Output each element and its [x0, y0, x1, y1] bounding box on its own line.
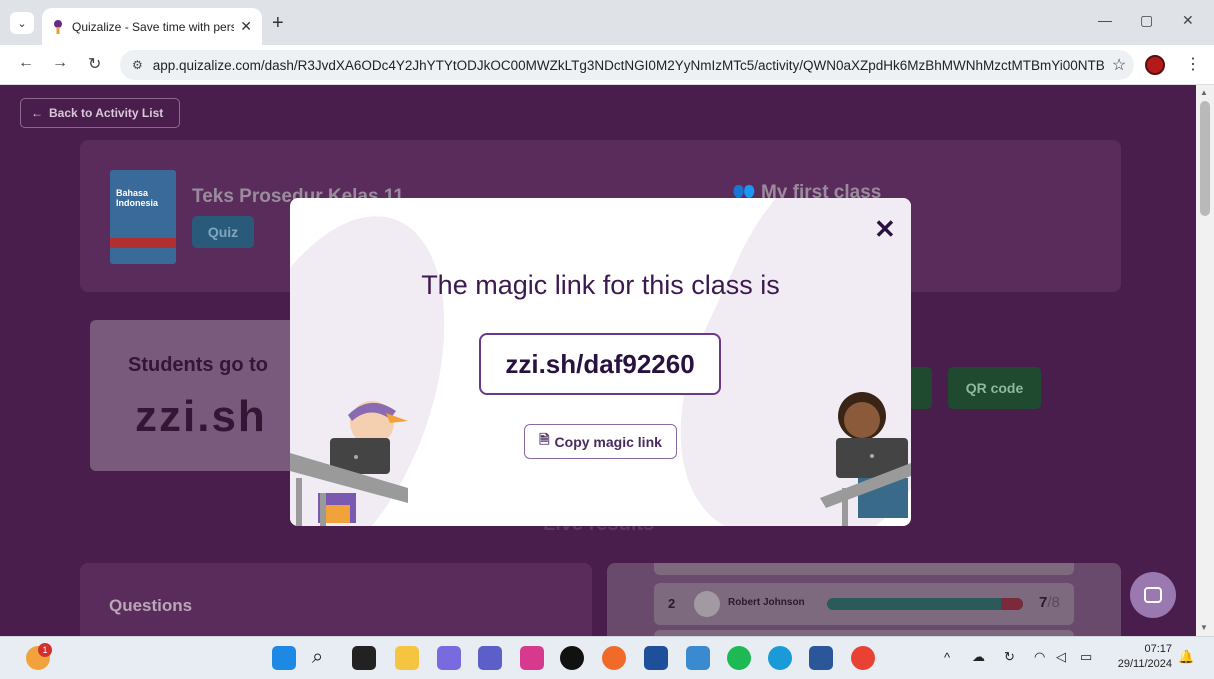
- teams-icon[interactable]: [478, 646, 502, 670]
- chat-support-button[interactable]: [1130, 572, 1176, 618]
- tab-search-button[interactable]: ⌄: [10, 12, 34, 34]
- chat-icon: [1144, 587, 1162, 603]
- questions-label: Questions: [109, 596, 193, 615]
- notifications-bell-icon[interactable]: 🔔: [1178, 649, 1194, 665]
- copy-document-icon: 🗎: [539, 431, 550, 447]
- book-stripe: [110, 238, 176, 248]
- reload-icon[interactable]: ↻: [88, 54, 101, 74]
- volume-icon[interactable]: ◁: [1056, 649, 1066, 665]
- copy-magic-link-label: Copy magic link: [554, 433, 662, 450]
- score-progress-bar: [827, 598, 1023, 610]
- tab-title: Quizalize - Save time with perso: [72, 19, 235, 34]
- tray-expand-icon[interactable]: ^: [944, 650, 950, 665]
- profile-avatar[interactable]: [1145, 55, 1165, 75]
- back-label: Back to Activity List: [49, 106, 164, 120]
- instagram-icon[interactable]: [520, 646, 544, 670]
- minimize-button[interactable]: —: [1098, 12, 1112, 28]
- quizalize-favicon-icon: [52, 19, 64, 34]
- forward-arrow-icon[interactable]: →: [52, 54, 68, 72]
- browser-tab[interactable]: Quizalize - Save time with perso ✕: [42, 8, 262, 45]
- back-to-activity-list-button[interactable]: ← Back to Activity List: [20, 98, 180, 128]
- student-rank: 2: [668, 596, 676, 611]
- wifi-icon[interactable]: ◠: [1034, 649, 1045, 665]
- tab-close-icon[interactable]: ✕: [240, 18, 252, 35]
- site-settings-icon[interactable]: ⚙: [132, 58, 143, 72]
- live-results-panel: 2 Robert Johnson 7/8: [607, 563, 1121, 636]
- page-scrollbar[interactable]: ▲ ▼: [1196, 85, 1214, 636]
- chevron-down-icon: ⌄: [17, 17, 27, 30]
- restore-button[interactable]: ▢: [1140, 12, 1153, 29]
- book-cover-image: Bahasa Indonesia: [110, 170, 176, 264]
- student-avatar: [694, 591, 720, 617]
- clock-date[interactable]: 29/11/2024: [1104, 658, 1172, 670]
- quiz-badge: Quiz: [192, 216, 254, 248]
- sync-icon[interactable]: ↻: [1004, 649, 1015, 665]
- students-go-to-label: Students go to: [128, 354, 268, 376]
- address-bar-row: ← → ↻ ⚙ app.quizalize.com/dash/R3JvdXA6O…: [0, 45, 1214, 85]
- bookmark-star-icon[interactable]: ☆: [1104, 55, 1134, 75]
- chrome-icon[interactable]: [851, 646, 875, 670]
- url-text[interactable]: app.quizalize.com/dash/R3JvdXA6ODc4Y2JhY…: [153, 58, 1104, 73]
- scroll-up-arrow-icon[interactable]: ▲: [1200, 88, 1208, 97]
- modal-heading: The magic link for this class is: [421, 270, 780, 300]
- back-arrow-icon[interactable]: ←: [18, 54, 34, 72]
- new-tab-button[interactable]: +: [272, 12, 284, 35]
- firefox-icon[interactable]: [602, 646, 626, 670]
- file-explorer-icon[interactable]: [395, 646, 419, 670]
- score-incorrect-segment: [1001, 598, 1023, 610]
- magic-link-display[interactable]: zzi.sh/daf92260: [479, 333, 721, 395]
- magic-link-modal: ✕ The magic link for this class is zzi.s…: [290, 198, 911, 526]
- students-domain: zzi.sh: [135, 392, 267, 441]
- onedrive-icon[interactable]: ☁: [972, 649, 985, 665]
- mail-icon[interactable]: [686, 646, 710, 670]
- results-row-partial: [654, 563, 1074, 575]
- spotify-icon[interactable]: [727, 646, 751, 670]
- book-title: Bahasa Indonesia: [116, 188, 159, 208]
- start-menu-icon[interactable]: [272, 646, 296, 670]
- search-icon[interactable]: ⌕: [312, 646, 336, 670]
- student-score: 7/8: [1039, 594, 1060, 611]
- qr-code-button[interactable]: QR code: [948, 367, 1041, 409]
- close-icon[interactable]: ✕: [874, 214, 896, 245]
- browser-menu-icon[interactable]: ⋮: [1185, 54, 1201, 74]
- task-view-icon[interactable]: [352, 646, 376, 670]
- url-bar[interactable]: ⚙ app.quizalize.com/dash/R3JvdXA6ODc4Y2J…: [120, 50, 1134, 80]
- notification-badge: 1: [38, 643, 52, 657]
- student-girl-illustration: [820, 392, 911, 526]
- copilot-icon[interactable]: [437, 646, 461, 670]
- tiktok-icon[interactable]: [560, 646, 584, 670]
- scroll-down-arrow-icon[interactable]: ▼: [1200, 623, 1208, 632]
- windows-taskbar: 1 ⌕ ^ ☁ ↻ ◠ ◁ ▭ 07:17 29/11/2024 🔔: [0, 636, 1214, 679]
- student-name: Robert Johnson: [728, 597, 805, 608]
- student-boy-illustration: [290, 401, 408, 526]
- battery-icon[interactable]: ▭: [1080, 649, 1092, 665]
- students-go-to-card: Students go to zzi.sh: [90, 320, 310, 471]
- questions-card: Questions: [80, 563, 592, 636]
- scrollbar-thumb[interactable]: [1200, 101, 1210, 216]
- word-icon[interactable]: [809, 646, 833, 670]
- window-close-button[interactable]: ✕: [1182, 12, 1194, 29]
- results-row[interactable]: 2 Robert Johnson 7/8: [654, 583, 1074, 625]
- edge-icon[interactable]: [768, 646, 792, 670]
- clock-time[interactable]: 07:17: [1112, 643, 1172, 655]
- microsoft-store-icon[interactable]: [644, 646, 668, 670]
- copy-magic-link-button[interactable]: 🗎 Copy magic link: [524, 424, 677, 459]
- arrow-left-icon: ←: [31, 106, 43, 120]
- browser-tab-bar: ⌄ Quizalize - Save time with perso ✕ + —…: [0, 0, 1214, 45]
